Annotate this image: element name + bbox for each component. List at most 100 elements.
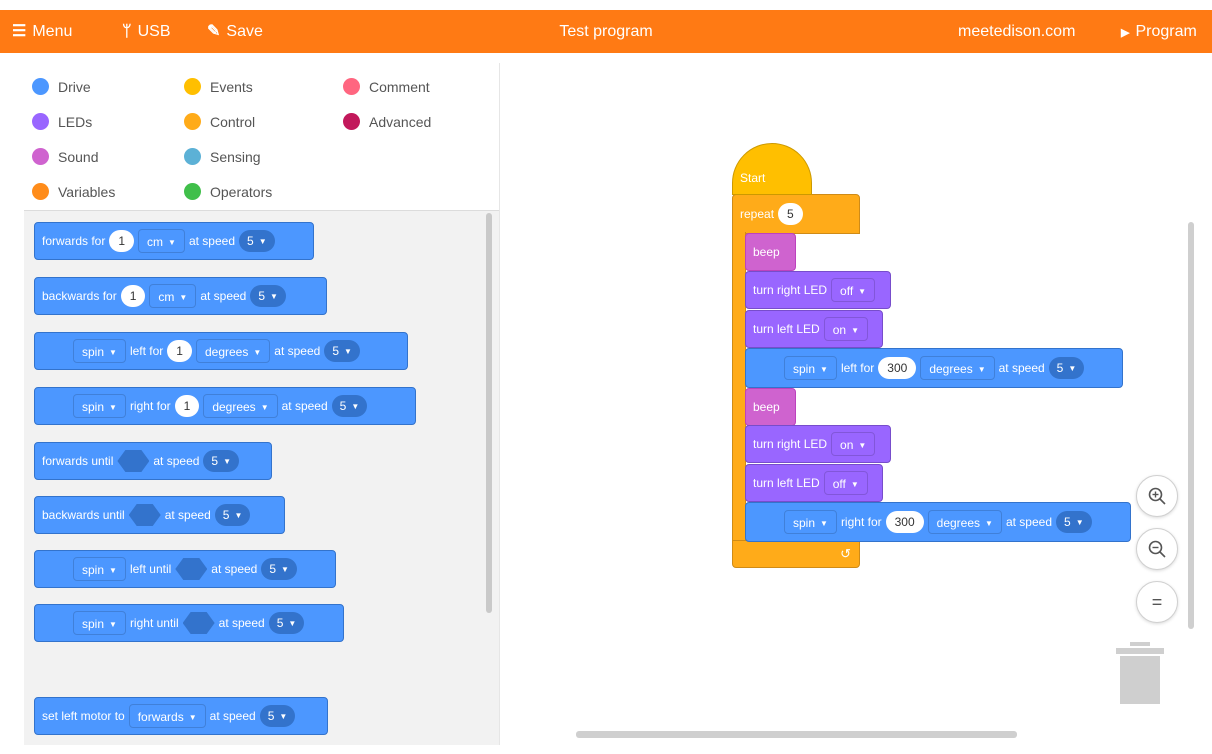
category-advanced[interactable]: Advanced — [343, 111, 431, 133]
dropdown-arrow-icon: ▼ — [985, 519, 993, 528]
advanced-color-icon — [343, 113, 360, 131]
dropdown-arrow-icon: ▼ — [270, 292, 278, 301]
forwards-for-block[interactable]: forwards for 1 cm ▼ at speed 5 ▼ — [34, 222, 314, 260]
unit-dropdown[interactable]: degrees ▼ — [195, 339, 271, 363]
unit-dropdown[interactable]: cm ▼ — [149, 284, 197, 308]
turn-left-led-block[interactable]: turn left LED on ▼ — [745, 310, 883, 348]
led-state-dropdown[interactable]: on ▼ — [831, 432, 876, 456]
category-sensing[interactable]: Sensing — [184, 146, 261, 168]
category-comment[interactable]: Comment — [343, 76, 430, 98]
spin-left-until-block[interactable]: spin ▼ left until at speed 5 ▼ — [34, 550, 336, 588]
mode-dropdown[interactable]: spin ▼ — [73, 611, 126, 635]
speed-dropdown[interactable]: 5 ▼ — [250, 285, 286, 307]
spin-right-until-block[interactable]: spin ▼ right until at speed 5 ▼ — [34, 604, 344, 642]
repeat-count-input[interactable]: 5 — [778, 203, 803, 225]
spin-left-for-block[interactable]: spin ▼ left for 1 degrees ▼ at speed 5 ▼ — [34, 332, 408, 370]
spin-right-for-block[interactable]: spin ▼ right for 1 degrees ▼ at speed 5 ▼ — [34, 387, 416, 425]
spin-left-for-block[interactable]: spin ▼ left for 300 degrees ▼ at speed 5 ▼ — [745, 348, 1123, 388]
workspace[interactable] — [500, 63, 1212, 754]
program-button[interactable]: ▶ Program — [1121, 10, 1197, 53]
speed-dropdown[interactable]: 5 ▼ — [203, 450, 240, 472]
pencil-icon: ✎ — [207, 23, 221, 40]
speed-dropdown[interactable]: 5 ▼ — [331, 395, 368, 417]
speed-dropdown[interactable]: 5 ▼ — [268, 612, 305, 634]
comment-color-icon — [343, 78, 360, 96]
palette-scrollbar[interactable] — [486, 213, 492, 613]
palette-blocks-area: forwards for 1 cm ▼ at speed 5 ▼ backwards… — [24, 212, 499, 745]
backwards-until-block[interactable]: backwards until at speed 5 ▼ — [34, 496, 285, 534]
workspace-horizontal-scrollbar[interactable] — [576, 731, 1017, 738]
condition-slot[interactable] — [175, 558, 208, 580]
degrees-input[interactable]: 300 — [885, 511, 924, 533]
category-leds[interactable]: LEDs — [32, 111, 92, 133]
play-icon: ▶ — [1121, 27, 1130, 39]
turn-left-led-block[interactable]: turn left LED off ▼ — [745, 464, 883, 502]
menu-button[interactable]: ☰ Menu — [12, 10, 72, 53]
dropdown-arrow-icon: ▼ — [179, 293, 188, 302]
speed-dropdown[interactable]: 5 ▼ — [261, 558, 297, 580]
zoom-reset-button[interactable]: = — [1136, 581, 1178, 623]
unit-dropdown[interactable]: degrees ▼ — [927, 510, 1002, 534]
speed-dropdown[interactable]: 5 ▼ — [324, 340, 360, 362]
usb-button[interactable]: ᛘ USB — [122, 10, 171, 53]
category-variables[interactable]: Variables — [32, 181, 115, 203]
dropdown-arrow-icon: ▼ — [1068, 364, 1077, 373]
top-bar: ☰ Menu ᛘ USB ✎ Save Test program meetedison… — [0, 0, 1212, 64]
speed-dropdown[interactable]: 5 ▼ — [259, 705, 296, 727]
category-events[interactable]: Events — [184, 76, 253, 98]
category-drive[interactable]: Drive — [32, 76, 91, 98]
degrees-input[interactable]: 300 — [878, 357, 917, 379]
trash-icon[interactable] — [1116, 642, 1164, 704]
led-state-dropdown[interactable]: off ▼ — [823, 471, 868, 495]
repeat-block[interactable]: repeat 5 — [732, 194, 860, 234]
zoom-out-button[interactable] — [1136, 528, 1178, 570]
unit-dropdown[interactable]: degrees ▼ — [203, 394, 278, 418]
unit-dropdown[interactable]: degrees ▼ — [920, 356, 995, 380]
save-button[interactable]: ✎ Save — [207, 10, 263, 53]
speed-dropdown[interactable]: 5 ▼ — [214, 504, 251, 526]
distance-input[interactable]: 1 — [120, 285, 146, 307]
dropdown-arrow-icon: ▼ — [977, 365, 986, 374]
speed-dropdown[interactable]: 5 ▼ — [1048, 357, 1085, 379]
degrees-input[interactable]: 1 — [167, 340, 192, 362]
degrees-input[interactable]: 1 — [174, 395, 200, 417]
dropdown-arrow-icon: ▼ — [188, 713, 197, 722]
mode-dropdown[interactable]: spin ▼ — [784, 356, 837, 380]
distance-input[interactable]: 1 — [109, 230, 135, 252]
mode-dropdown[interactable]: spin ▼ — [73, 339, 126, 363]
zoom-in-button[interactable] — [1136, 475, 1178, 517]
category-control[interactable]: Control — [184, 111, 255, 133]
led-state-dropdown[interactable]: on ▼ — [823, 317, 868, 341]
unit-dropdown[interactable]: cm ▼ — [138, 229, 185, 253]
dropdown-arrow-icon: ▼ — [344, 347, 352, 356]
site-link[interactable]: meetedison.com — [958, 10, 1075, 53]
beep-block[interactable]: beep — [745, 233, 796, 271]
turn-right-led-block[interactable]: turn right LED on ▼ — [745, 425, 891, 463]
beep-block[interactable]: beep — [745, 388, 796, 426]
dropdown-arrow-icon: ▼ — [109, 566, 117, 575]
category-operators[interactable]: Operators — [184, 181, 272, 203]
dropdown-arrow-icon: ▼ — [253, 348, 262, 357]
condition-slot[interactable] — [182, 612, 215, 634]
repeat-block-footer: ↺ — [732, 540, 860, 568]
dropdown-arrow-icon: ▼ — [234, 511, 243, 520]
forwards-until-block[interactable]: forwards until at speed 5 ▼ — [34, 442, 272, 480]
events-color-icon — [184, 78, 201, 96]
led-state-dropdown[interactable]: off ▼ — [831, 278, 876, 302]
category-sound[interactable]: Sound — [32, 146, 98, 168]
turn-right-led-block[interactable]: turn right LED off ▼ — [745, 271, 891, 309]
speed-dropdown[interactable]: 5 ▼ — [239, 230, 275, 252]
condition-slot[interactable] — [128, 504, 161, 526]
spin-right-for-block[interactable]: spin ▼ right for 300 degrees ▼ at speed 5 ▼ — [745, 502, 1131, 542]
dropdown-arrow-icon: ▼ — [1075, 518, 1084, 527]
condition-slot[interactable] — [117, 450, 150, 472]
workspace-vertical-scrollbar[interactable] — [1188, 222, 1194, 629]
set-left-motor-block[interactable]: set left motor to forwards ▼ at speed 5 ▼ — [34, 697, 328, 735]
zoom-reset-icon: = — [1151, 592, 1163, 612]
mode-dropdown[interactable]: spin ▼ — [73, 557, 126, 581]
backwards-for-block[interactable]: backwards for 1 cm ▼ at speed 5 ▼ — [34, 277, 327, 315]
mode-dropdown[interactable]: spin ▼ — [73, 394, 126, 418]
direction-dropdown[interactable]: forwards ▼ — [128, 704, 206, 728]
speed-dropdown[interactable]: 5 ▼ — [1056, 511, 1092, 533]
mode-dropdown[interactable]: spin ▼ — [784, 510, 837, 534]
